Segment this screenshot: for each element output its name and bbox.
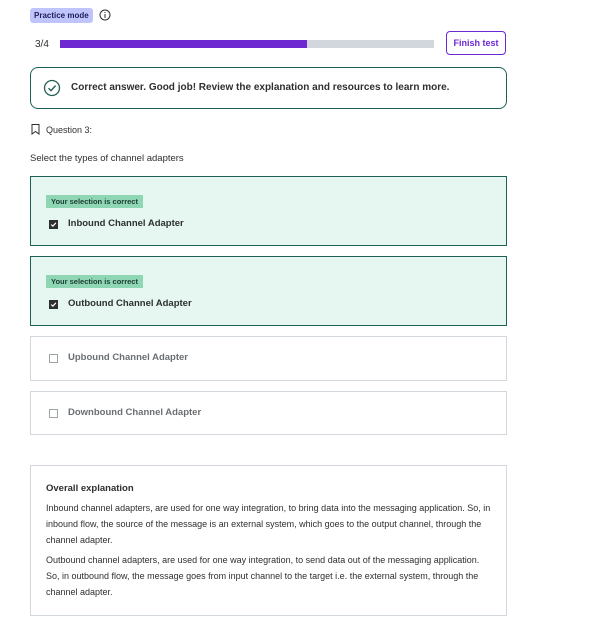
practice-mode-badge: Practice mode [30,8,93,23]
option-checkbox-checked[interactable] [49,220,58,229]
option-upbound[interactable]: Upbound Channel Adapter [30,336,507,381]
bookmark-icon[interactable] [31,124,40,135]
option-checkbox[interactable] [49,409,58,418]
info-icon[interactable] [99,9,111,21]
question-text: Select the types of channel adapters [30,153,184,164]
question-label: Question 3: [46,125,93,135]
finish-test-button[interactable]: Finish test [446,31,506,55]
result-banner: Correct answer. Good job! Review the exp… [30,67,507,109]
explanation-paragraph: Inbound channel adapters, are used for o… [46,503,491,545]
check-circle-icon [43,79,61,97]
option-label: Downbound Channel Adapter [68,407,202,418]
option-checkbox[interactable] [49,354,58,363]
explanation-title: Overall explanation [46,483,134,494]
result-message: Correct answer. Good job! Review the exp… [71,82,450,93]
explanation-panel: Overall explanation Inbound channel adap… [30,465,507,616]
option-label: Outbound Channel Adapter [68,298,192,309]
option-label: Upbound Channel Adapter [68,352,188,363]
progress-bar-fill [60,40,307,48]
correct-selection-tag: Your selection is correct [46,275,143,288]
option-checkbox-checked[interactable] [49,300,58,309]
progress-count: 3/4 [35,39,49,50]
explanation-paragraph: Outbound channel adapters, are used for … [46,555,480,597]
option-downbound[interactable]: Downbound Channel Adapter [30,391,507,435]
option-outbound[interactable]: Your selection is correct Outbound Chann… [30,256,507,326]
correct-selection-tag: Your selection is correct [46,195,143,208]
option-inbound[interactable]: Your selection is correct Inbound Channe… [30,176,507,246]
option-label: Inbound Channel Adapter [68,218,184,229]
progress-bar [60,40,434,48]
